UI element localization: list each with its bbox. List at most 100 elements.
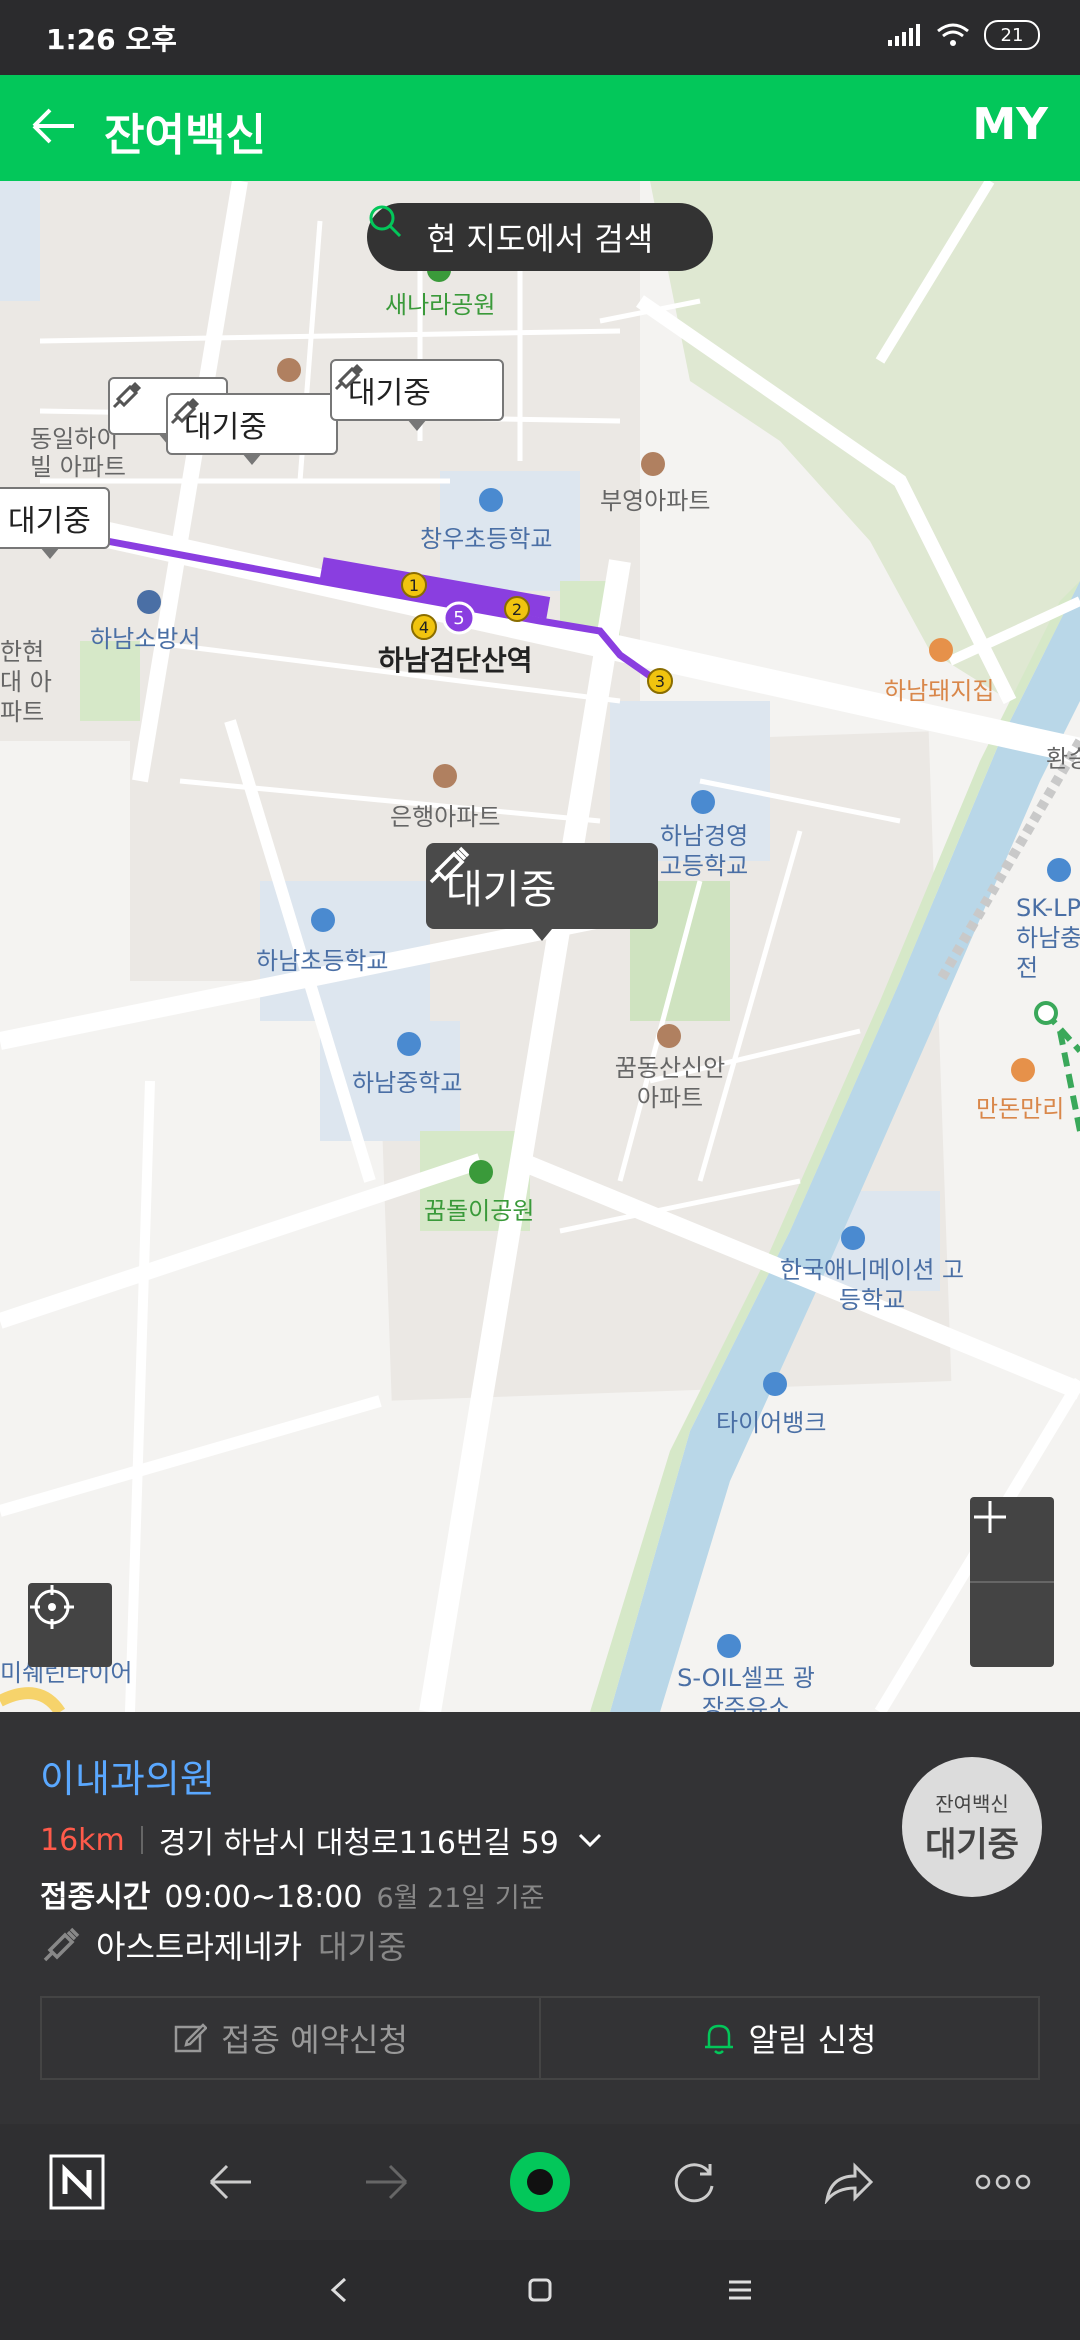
line5-station-icon: 5: [442, 601, 476, 635]
edit-icon: [174, 2023, 208, 2053]
restaurant-icon: [1011, 1058, 1035, 1082]
green-dot-icon: [509, 2152, 570, 2212]
place-transfer[interactable]: 환승: [1046, 739, 1080, 774]
place-tire-bank[interactable]: 타이어뱅크: [716, 1403, 826, 1438]
clinic-address: 경기 하남시 대청로116번길 59: [158, 1826, 559, 1861]
green-dot-button[interactable]: [500, 2142, 580, 2222]
vaccine-name: 아스트라제네카: [96, 1928, 303, 1966]
reserve-button[interactable]: 접종 예약신청: [42, 1998, 541, 2078]
vaccine-marker[interactable]: 대기중: [330, 359, 504, 431]
park-icon: [469, 1160, 493, 1184]
search-icon: [369, 205, 402, 238]
naver-home-button[interactable]: [37, 2142, 117, 2222]
syringe-icon: [43, 1927, 80, 1962]
my-button[interactable]: MY: [972, 99, 1048, 150]
subway-exit-2-icon: 2: [504, 596, 530, 622]
school-icon: [479, 488, 503, 512]
school-icon: [311, 908, 335, 932]
place-school-hanam-middle[interactable]: 하남중학교: [352, 1063, 462, 1098]
syringe-icon: [112, 381, 142, 409]
apartment-icon: [433, 764, 457, 788]
svg-text:3: 3: [655, 672, 665, 691]
reload-button[interactable]: [654, 2142, 734, 2222]
place-fire-station[interactable]: 하남소방서: [90, 619, 200, 654]
place-apt-eunhaeng[interactable]: 은행아파트: [390, 797, 500, 832]
browser-forward-button[interactable]: [346, 2142, 426, 2222]
place-apt-kkumdongsan[interactable]: 꿈동산신안 아파트: [610, 1053, 730, 1113]
subway-exit-1-icon: 1: [401, 572, 427, 598]
place-park-saenara[interactable]: 새나라공원: [385, 285, 495, 320]
page-title: 잔여백신: [104, 110, 266, 161]
gas-station-icon: [717, 1634, 741, 1658]
naver-n-icon: [49, 2154, 105, 2210]
vaccine-row: 아스트라제네카 대기중: [40, 1922, 406, 1968]
syringe-icon: [429, 846, 470, 884]
hours-value: 09:00~18:00: [164, 1880, 363, 1915]
search-this-area-label: 현 지도에서 검색: [426, 220, 654, 258]
place-apt-buyoung[interactable]: 부영아파트: [600, 481, 710, 516]
place-school-hanam-elementary[interactable]: 하남초등학교: [256, 941, 388, 976]
place-school-animation[interactable]: 한국애니메이션 고등학교: [772, 1255, 972, 1315]
more-button[interactable]: [963, 2142, 1043, 2222]
clinic-name[interactable]: 이내과의원: [40, 1748, 215, 1803]
place-gas-sk-lpg[interactable]: SK-LP 하남충전: [1016, 893, 1080, 983]
school-icon: [691, 790, 715, 814]
clinic-location-row: 16km 경기 하남시 대청로116번길 59: [40, 1818, 605, 1862]
clinic-distance: 16km: [40, 1822, 125, 1858]
search-this-area-button[interactable]: 현 지도에서 검색: [367, 203, 713, 271]
browser-toolbar: [0, 2124, 1080, 2240]
reload-icon: [675, 2163, 714, 2203]
svg-text:1: 1: [409, 576, 419, 595]
badge-small-label: 잔여백신: [935, 1792, 1009, 1816]
school-icon: [841, 1226, 865, 1250]
vaccine-marker[interactable]: 대기중: [0, 487, 110, 559]
forward-arrow-icon: [365, 2164, 407, 2200]
wifi-icon: [937, 23, 969, 46]
place-gas-soil[interactable]: S-OIL셀프 광장주유소: [676, 1663, 816, 1712]
back-arrow-icon[interactable]: [28, 101, 78, 151]
svg-text:2: 2: [512, 600, 522, 619]
apartment-icon: [657, 1024, 681, 1048]
syringe-icon: [334, 363, 364, 391]
more-icon: [975, 2174, 1031, 2190]
share-icon: [824, 2162, 873, 2204]
hours-label: 접종시간: [40, 1880, 151, 1915]
place-apt-hyundai[interactable]: 한현대 아파트: [0, 637, 60, 727]
hours-basis: 6월 21일 기준: [376, 1883, 545, 1914]
vaccine-marker-label: 대기중: [8, 504, 91, 539]
status-time: 1:26 오후: [46, 23, 177, 56]
crosshair-icon: [30, 1585, 74, 1629]
gas-station-icon: [1047, 858, 1071, 882]
nav-home-icon[interactable]: [525, 2275, 555, 2305]
place-restaurant-mandon[interactable]: 만돈만리: [976, 1089, 1064, 1124]
place-station-hanam-geomdansan[interactable]: 하남검단산역: [378, 639, 533, 679]
map-view[interactable]: 1 2 3 4 5 새나라공원 동일하이빌 아파트 부영아파트 창우초등학교 하…: [0, 181, 1080, 1712]
restaurant-icon: [929, 638, 953, 662]
vaccine-marker[interactable]: 대기중: [166, 393, 338, 465]
status-icons: 21: [886, 20, 1040, 50]
badge-big-label: 대기중: [925, 1825, 1019, 1865]
status-badge: 잔여백신 대기중: [902, 1757, 1042, 1897]
browser-back-button[interactable]: [191, 2142, 271, 2222]
clinic-hours-row: 접종시간 09:00~18:00 6월 21일 기준: [40, 1872, 545, 1916]
back-arrow-icon: [210, 2164, 252, 2200]
place-school-hanam-business[interactable]: 하남경영 고등학교: [654, 821, 754, 881]
share-button[interactable]: [809, 2142, 889, 2222]
battery-icon: 21: [984, 20, 1040, 50]
nav-menu-icon[interactable]: [725, 2275, 755, 2305]
signal-icon: [888, 24, 920, 46]
nav-back-icon[interactable]: [325, 2275, 355, 2305]
chevron-down-icon[interactable]: [575, 1825, 605, 1855]
minus-icon: [974, 1515, 1006, 1519]
action-buttons: 접종 예약신청 알림 신청: [40, 1996, 1040, 2080]
place-park-kkumdori[interactable]: 꿈돌이공원: [424, 1191, 534, 1226]
current-location-button[interactable]: [28, 1583, 112, 1667]
vaccine-marker-selected[interactable]: 대기중: [426, 843, 658, 941]
vaccine-status: 대기중: [318, 1928, 407, 1966]
place-school-changwoo[interactable]: 창우초등학교: [420, 519, 552, 554]
zoom-out-button[interactable]: [970, 1515, 1054, 1667]
place-restaurant-hanam-pork[interactable]: 하남돼지집: [884, 671, 994, 706]
alert-button[interactable]: 알림 신청: [541, 1998, 1038, 2078]
subway-exit-3-icon: 3: [647, 668, 673, 694]
alert-button-label: 알림 신청: [748, 2021, 877, 2059]
